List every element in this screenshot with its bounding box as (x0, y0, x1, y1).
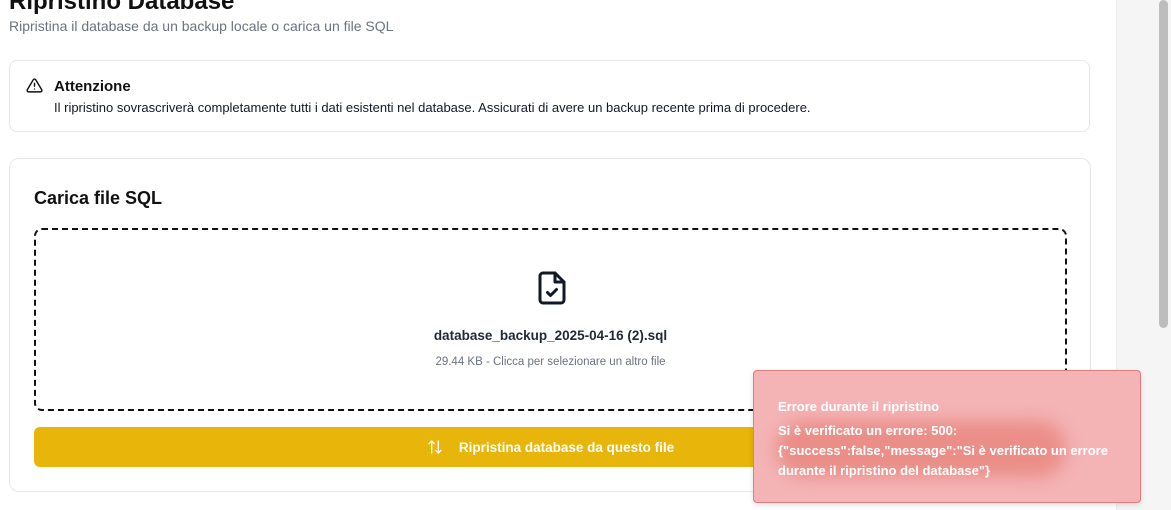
toast-message-line: Si è verificato un errore: 500: (778, 423, 958, 438)
selected-file-meta: 29.44 KB - Clicca per selezionare un alt… (435, 356, 666, 368)
error-toast[interactable]: Errore durante il ripristino Si è verifi… (753, 370, 1141, 503)
toast-title: Errore durante il ripristino (778, 399, 940, 414)
page-title: Ripristino Database (9, 0, 235, 15)
toast-message: Si è verificato un errore: 500: {"succes… (778, 421, 1118, 481)
warning-triangle-icon (26, 78, 43, 93)
scrollbar-thumb[interactable] (1159, 0, 1168, 328)
restore-button-label: Ripristina database da questo file (458, 439, 675, 455)
selected-file-name: database_backup_2025-04-16 (2).sql (433, 328, 668, 343)
alert-text: Il ripristino sovrascriverà completament… (54, 100, 811, 115)
toast-message-line: {"success":false,"message":"Si è verific… (778, 443, 1108, 458)
arrows-up-down-icon (428, 440, 442, 454)
page-subtitle: Ripristina il database da un backup loca… (9, 18, 394, 34)
alert-title: Attenzione (54, 78, 131, 95)
file-check-icon (538, 271, 566, 305)
toast-message-line: durante il ripristino del database"} (778, 463, 991, 478)
warning-alert: Attenzione Il ripristino sovrascriverà c… (9, 60, 1090, 132)
upload-card-title: Carica file SQL (34, 188, 163, 208)
